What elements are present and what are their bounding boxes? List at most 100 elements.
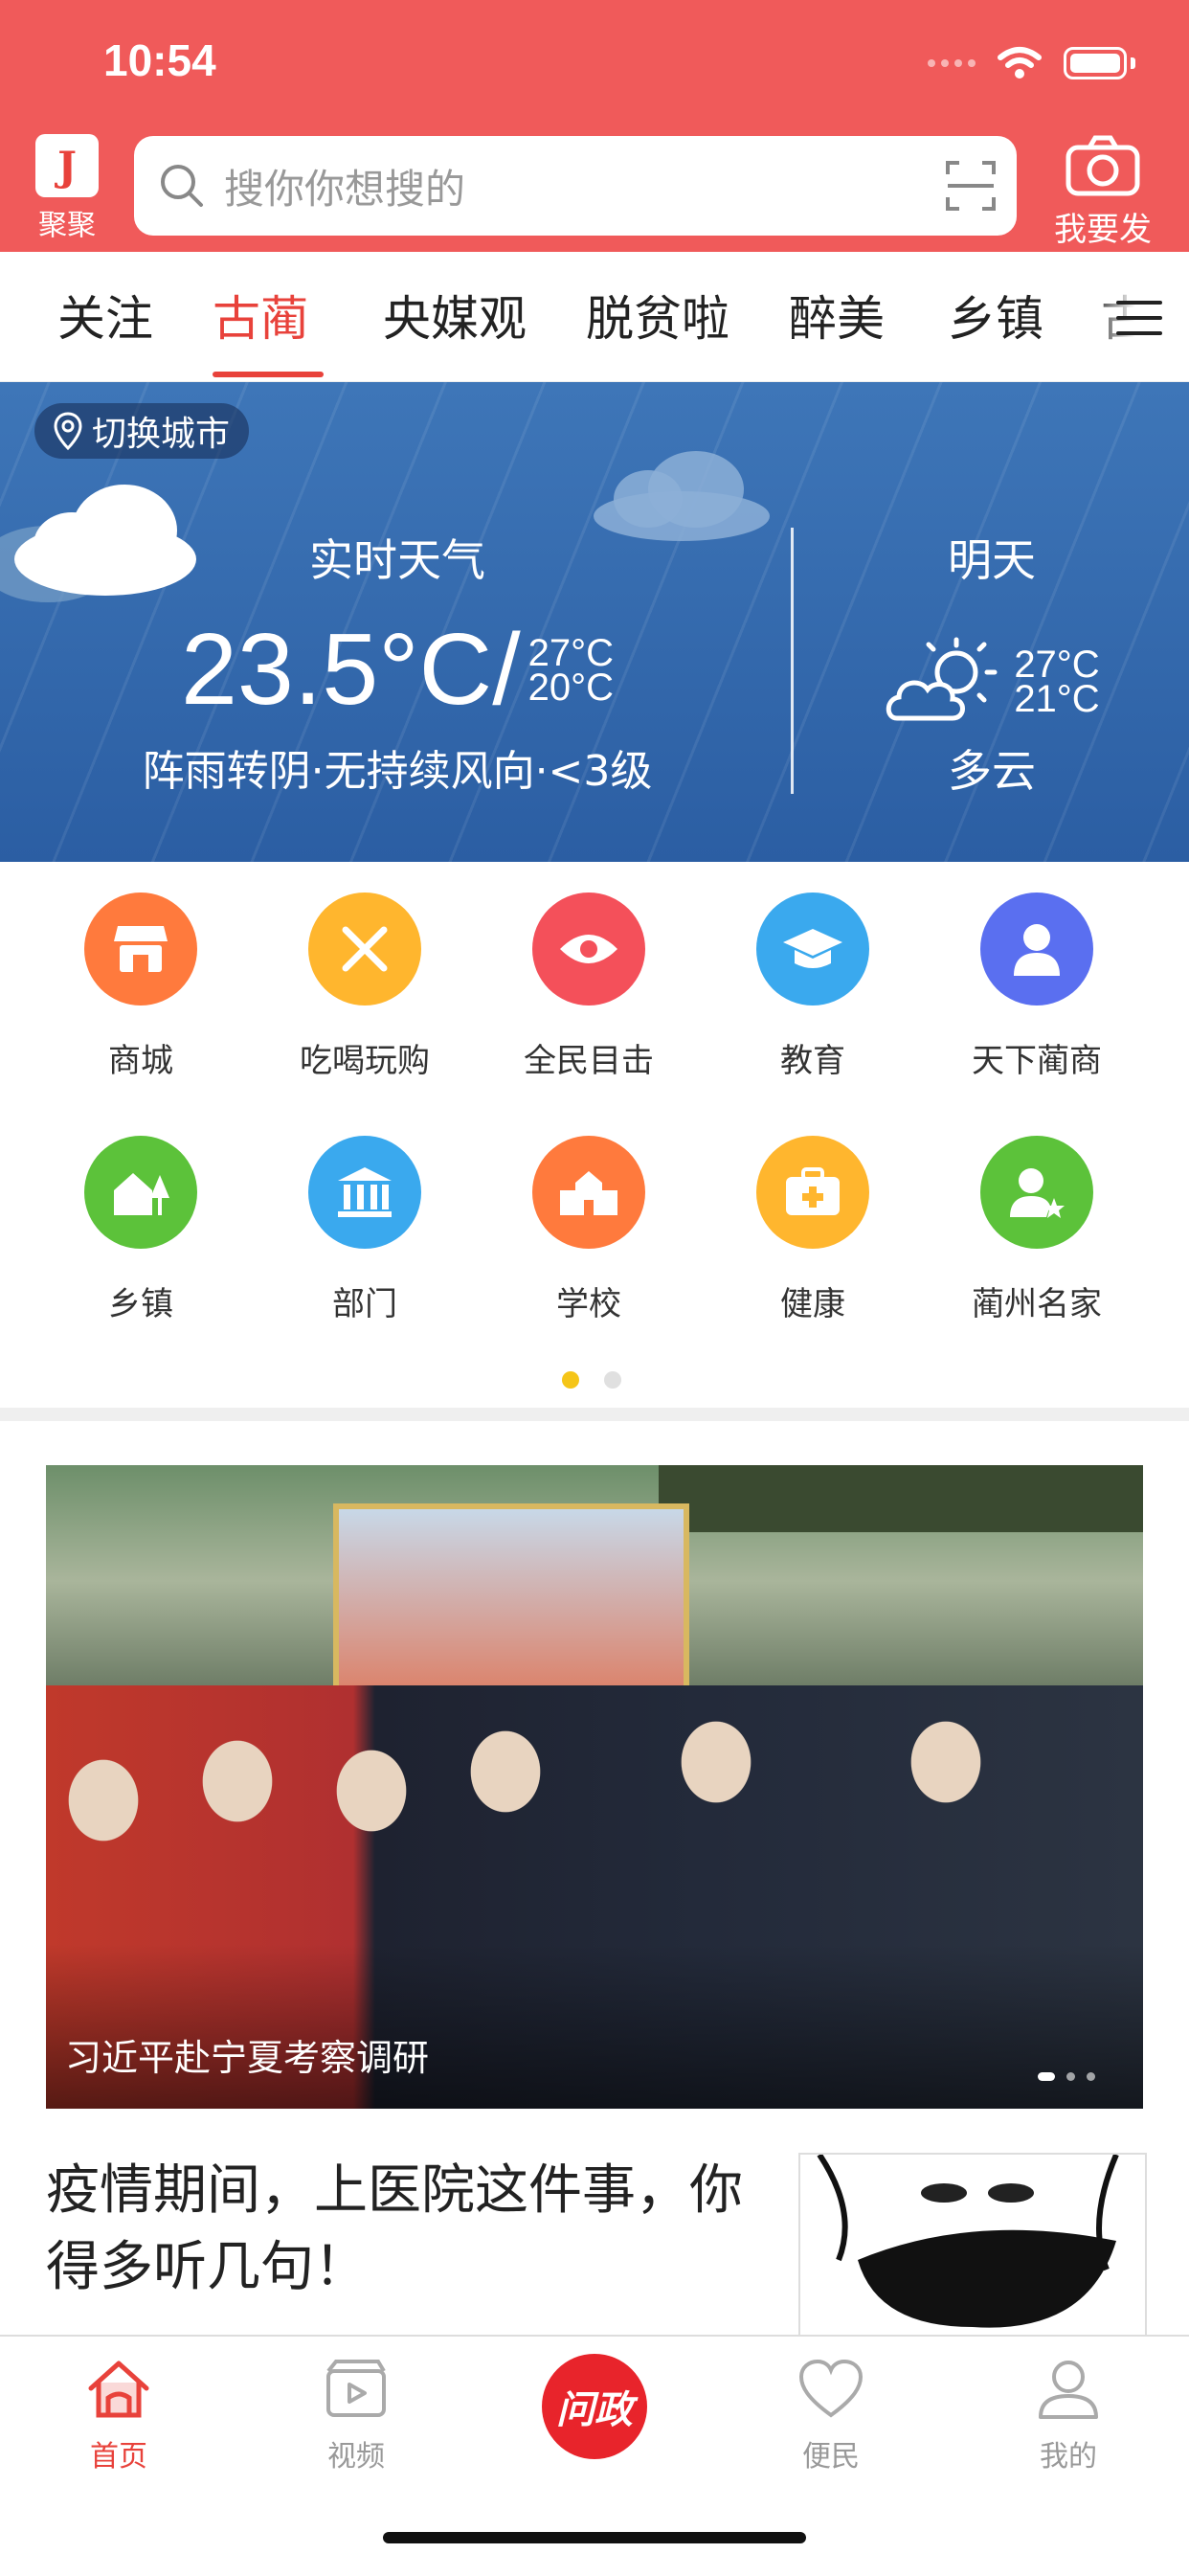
tomorrow-forecast: 27°C 21°C <box>795 636 1189 728</box>
publish-button[interactable]: 我要发 <box>1045 134 1160 249</box>
tomorrow-high: 27°C <box>1014 644 1100 686</box>
meme-face-image <box>800 2155 1145 2335</box>
shortcut-label: 全民目击 <box>524 1042 654 1080</box>
tomorrow-label: 明天 <box>948 534 1036 586</box>
heart-icon <box>798 2359 864 2418</box>
article-card[interactable]: 疫情期间，上医院这件事，你得多听几句！ <box>46 2153 1147 2337</box>
tab-gulin[interactable]: 古蔺 <box>213 281 308 350</box>
nav-label: 便民 <box>802 2440 860 2474</box>
article-title[interactable]: 疫情期间，上医院这件事，你得多听几句！ <box>46 2153 793 2306</box>
search-bar[interactable]: 搜你你想搜的 <box>134 136 1017 236</box>
shortcut-education[interactable]: 教育 <box>701 893 925 1081</box>
shortcut-label: 学校 <box>556 1285 621 1323</box>
shortcut-eyewitness[interactable]: 全民目击 <box>477 893 701 1081</box>
shortcut-pager <box>562 1371 621 1389</box>
graduation-cap-icon <box>756 893 869 1006</box>
school-icon <box>532 1136 645 1249</box>
nav-label: 首页 <box>90 2440 147 2474</box>
shortcut-food-fun[interactable]: 吃喝玩购 <box>253 893 477 1081</box>
tab-poverty-relief[interactable]: 脱贫啦 <box>586 281 729 350</box>
shortcut-label: 吃喝玩购 <box>300 1042 430 1080</box>
today-low: 20°C <box>527 666 615 709</box>
status-time: 10:54 <box>103 35 216 85</box>
app-logo-button[interactable]: J 聚聚 <box>33 134 101 242</box>
house-tree-icon <box>84 1136 197 1249</box>
search-icon <box>161 165 203 207</box>
current-temperature: 23.5°C/ 27°C 20°C <box>0 612 795 728</box>
app-logo-label: 聚聚 <box>38 209 96 242</box>
weather-description: 阵雨转阴·无持续风向·<3级 <box>142 747 653 796</box>
nav-label: 我的 <box>1040 2440 1097 2474</box>
eye-icon <box>532 893 645 1006</box>
status-icons <box>928 42 1135 84</box>
camera-icon <box>1066 135 1140 196</box>
nav-video[interactable]: 视频 <box>280 2358 433 2474</box>
shortcut-label: 天下蔺商 <box>972 1042 1102 1080</box>
shortcut-label: 乡镇 <box>108 1285 173 1323</box>
today-high: 27°C <box>527 631 615 674</box>
tomorrow-description: 多云 <box>948 745 1036 797</box>
article-thumbnail <box>798 2153 1147 2337</box>
app-logo-icon: J <box>35 134 99 197</box>
channel-menu-icon[interactable] <box>1114 297 1164 339</box>
scan-icon[interactable] <box>944 159 998 213</box>
weather-panel[interactable]: 切换城市 实时天气 23.5°C/ 27°C 20°C 阵雨转阴·无持续风向·<… <box>0 382 1189 862</box>
utensils-icon <box>308 893 421 1006</box>
banner-pager <box>1038 2072 1095 2081</box>
news-banner[interactable] <box>46 1465 1143 2109</box>
person-icon <box>980 893 1093 1006</box>
active-tab-indicator <box>213 372 324 377</box>
tab-beauty[interactable]: 醉美 <box>789 281 885 350</box>
publish-label: 我要发 <box>1054 211 1152 249</box>
shortcut-grid: 商城 吃喝玩购 全民目击 教育 天下蔺商 乡镇 部门 学校 健康 蔺州名家 <box>0 862 1189 1408</box>
shortcut-schools[interactable]: 学校 <box>477 1136 701 1324</box>
section-divider <box>0 1408 1189 1421</box>
shortcut-label: 商城 <box>108 1042 173 1080</box>
battery-icon <box>1064 47 1127 79</box>
shortcut-mall[interactable]: 商城 <box>29 893 253 1081</box>
shortcut-merchants[interactable]: 天下蔺商 <box>925 893 1149 1081</box>
shop-icon <box>84 893 197 1006</box>
nav-profile[interactable]: 我的 <box>992 2358 1145 2474</box>
tomorrow-low: 21°C <box>1014 678 1100 720</box>
ask-politics-icon: 问政 <box>556 2387 633 2432</box>
shortcut-departments[interactable]: 部门 <box>253 1136 477 1324</box>
today-temp-range: 27°C 20°C <box>527 631 615 709</box>
shortcut-towns[interactable]: 乡镇 <box>29 1136 253 1324</box>
video-icon <box>326 2360 386 2417</box>
pager-dot <box>604 1371 621 1389</box>
nav-label: 视频 <box>327 2440 385 2474</box>
cellular-signal-icon <box>928 59 976 67</box>
banner-caption: 习近平赴宁夏考察调研 <box>65 2037 430 2079</box>
channel-tabs: 关注 古蔺 央媒观 脱贫啦 醉美 乡镇 古 <box>0 252 1189 383</box>
weather-divider <box>791 528 794 794</box>
tab-towns[interactable]: 乡镇 <box>948 281 1043 350</box>
search-input[interactable]: 搜你你想搜的 <box>224 157 944 215</box>
switch-city-label: 切换城市 <box>92 415 231 454</box>
shortcut-label: 教育 <box>780 1042 845 1080</box>
shortcut-label: 部门 <box>332 1285 397 1323</box>
user-star-icon <box>980 1136 1093 1249</box>
medical-kit-icon <box>756 1136 869 1249</box>
home-icon <box>88 2361 149 2418</box>
nav-home[interactable]: 首页 <box>42 2358 195 2474</box>
shortcut-celebrities[interactable]: 蔺州名家 <box>925 1136 1149 1324</box>
switch-city-button[interactable]: 切换城市 <box>34 403 250 459</box>
shortcut-health[interactable]: 健康 <box>701 1136 925 1324</box>
pager-dot-active <box>562 1371 579 1389</box>
profile-icon <box>1039 2361 1098 2419</box>
tab-central-media[interactable]: 央媒观 <box>383 281 527 350</box>
nav-convenience[interactable]: 便民 <box>754 2358 908 2474</box>
wifi-icon <box>998 47 1042 79</box>
live-weather-label: 实时天气 <box>309 534 485 586</box>
home-indicator <box>383 2532 806 2543</box>
banner-photo-sign <box>659 1465 1143 1532</box>
government-building-icon <box>308 1136 421 1249</box>
shortcut-label: 健康 <box>780 1285 845 1323</box>
tab-follow[interactable]: 关注 <box>57 281 153 350</box>
partly-cloudy-icon <box>886 637 998 721</box>
ask-politics-button[interactable]: 问政 <box>542 2354 647 2459</box>
location-pin-icon <box>54 412 82 450</box>
current-temp-value: 23.5°C/ <box>180 613 521 726</box>
shortcut-label: 蔺州名家 <box>972 1285 1102 1323</box>
